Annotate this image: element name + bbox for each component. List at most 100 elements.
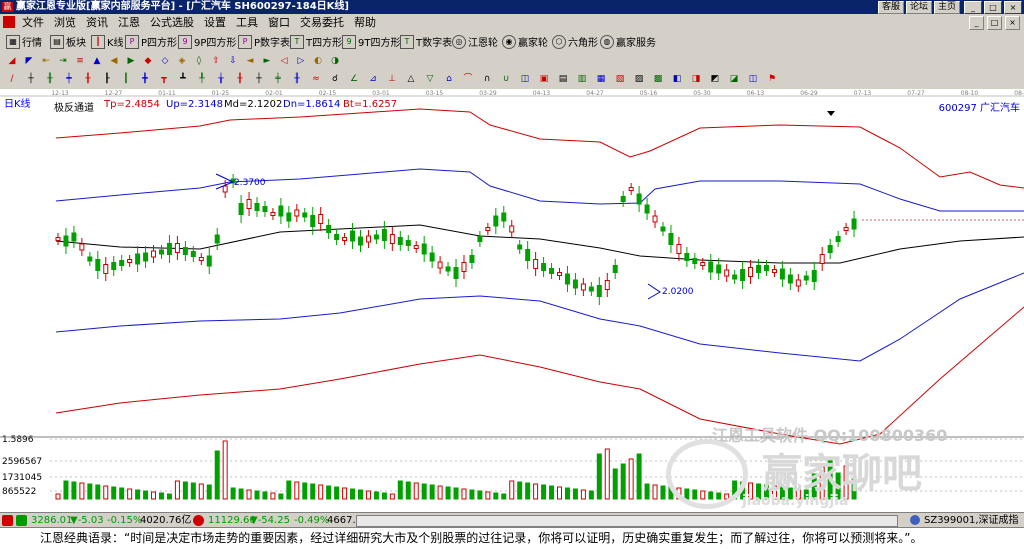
drawing-tool-icon[interactable]: ∠ (348, 73, 360, 85)
drawing-tool-icon[interactable]: ▥ (576, 73, 588, 85)
child-close-icon[interactable]: × (1005, 16, 1020, 30)
drawing-tool-icon[interactable]: ┃ (120, 73, 132, 85)
tool-9t-square[interactable]: 9 9T四方形 (342, 33, 400, 50)
link-zhuye[interactable]: 主页 (933, 1, 960, 14)
drawing-tool-icon[interactable]: ┠ (101, 73, 113, 85)
tool-quote[interactable]: ▦ 行情 (6, 33, 42, 50)
menu-info[interactable]: 资讯 (81, 14, 113, 31)
drawing-tool-icon[interactable]: ∕ (6, 73, 18, 85)
tool-hexagon[interactable]: ⬡ 六角形 (552, 33, 598, 50)
nav-tool-icon[interactable]: ⇩ (227, 55, 239, 67)
menu-window[interactable]: 窗口 (263, 14, 295, 31)
minimize-button[interactable]: _ (964, 1, 982, 14)
nav-tool-icon[interactable]: ◆ (142, 55, 154, 67)
nav-tool-icon[interactable]: ▲ (91, 55, 103, 67)
maximize-button[interactable]: □ (984, 1, 1002, 14)
drawing-tool-icon[interactable]: ▩ (652, 73, 664, 85)
drawing-tool-icon[interactable]: ◩ (709, 73, 721, 85)
menu-formula[interactable]: 公式选股 (145, 14, 199, 31)
menu-tools[interactable]: 工具 (231, 14, 263, 31)
drawing-tool-icon[interactable]: ┼ (25, 73, 37, 85)
close-button[interactable]: × (1004, 1, 1022, 14)
menu-browse[interactable]: 浏览 (49, 14, 81, 31)
tool-9p-square[interactable]: 9 9P四方形 (178, 33, 236, 50)
drawing-tool-icon[interactable]: ▧ (614, 73, 626, 85)
menu-gann[interactable]: 江恩 (113, 14, 145, 31)
drawing-tool-icon[interactable]: ╁ (215, 73, 227, 85)
link-luntan[interactable]: 论坛 (905, 1, 932, 14)
tool-winner-service[interactable]: ◍ 赢家服务 (600, 33, 656, 50)
drawing-tool-icon[interactable]: ┼ (253, 73, 265, 85)
nav-tool-icon[interactable]: ◈ (176, 55, 188, 67)
drawing-tool-icon[interactable]: ⊥ (386, 73, 398, 85)
nav-tool-icon[interactable]: ◤ (23, 55, 35, 67)
drawing-tool-icon[interactable]: ┻ (177, 73, 189, 85)
tool-winner-wheel[interactable]: ◉ 赢家轮 (502, 33, 548, 50)
drawing-tool-icon[interactable]: ≈ (310, 73, 322, 85)
nav-tool-icon[interactable]: ◑ (329, 55, 341, 67)
drawing-tool-icon[interactable]: ◧ (671, 73, 683, 85)
drawing-tool-icon[interactable]: ⚑ (766, 73, 778, 85)
drawing-tool-icon[interactable]: ╫ (44, 73, 56, 85)
drawing-tool-icon[interactable]: ◪ (728, 73, 740, 85)
tool-t-table[interactable]: T T数字表 (400, 33, 452, 50)
drawing-tool-icon[interactable]: △ (405, 73, 417, 85)
drawing-tool-icon[interactable]: ⌂ (443, 73, 455, 85)
nav-tool-icon[interactable]: ⇧ (210, 55, 222, 67)
nav-tool-icon[interactable]: ◄ (244, 55, 256, 67)
drawing-tool-icon[interactable]: ┿ (63, 73, 75, 85)
menu-settings[interactable]: 设置 (199, 14, 231, 31)
candle-body (517, 244, 523, 250)
tool-sector[interactable]: ▤ 板块 (50, 33, 86, 50)
kline-chart[interactable]: 12-13 12-27 01-11 01-25 02-01 02-15 03-01 03-15… (0, 89, 1024, 512)
drawing-tool-icon[interactable]: ▨ (633, 73, 645, 85)
drawing-tool-icon[interactable]: ◨ (690, 73, 702, 85)
drawing-tool-icon[interactable]: ╋ (139, 73, 151, 85)
drawing-tool-icon[interactable]: ⊿ (367, 73, 379, 85)
app-logo-icon: 赢 (2, 2, 13, 12)
status-scrollbar[interactable] (356, 515, 898, 527)
tool-p-table[interactable]: P P数字表 (238, 33, 290, 50)
tool-gann-wheel[interactable]: ◎ 江恩轮 (452, 33, 498, 50)
drawing-tool-icon[interactable]: ╂ (234, 73, 246, 85)
nav-tool-icon[interactable]: ► (261, 55, 273, 67)
drawing-tool-icon[interactable]: ▦ (595, 73, 607, 85)
drawing-tool-icon[interactable]: ╂ (82, 73, 94, 85)
candle-body (453, 267, 459, 279)
child-restore-icon[interactable]: □ (987, 16, 1002, 30)
volume-bar (198, 483, 204, 500)
drawing-tool-icon[interactable]: ◫ (519, 73, 531, 85)
drawing-tool-icon[interactable]: ▽ (424, 73, 436, 85)
sz-index-value: 11129.66 (208, 515, 256, 526)
menu-trade[interactable]: 交易委托 (295, 14, 349, 31)
nav-tool-icon[interactable]: ◢ (6, 55, 18, 67)
tool-p-square[interactable]: P P四方形 (125, 33, 177, 50)
drawing-tool-icon[interactable]: ╪ (272, 73, 284, 85)
menu-help[interactable]: 帮助 (349, 14, 381, 31)
drawing-tool-icon[interactable]: ▣ (538, 73, 550, 85)
drawing-tool-icon[interactable]: ╫ (291, 73, 303, 85)
nav-tool-icon[interactable]: ▶ (125, 55, 137, 67)
nav-tool-icon[interactable]: ⇥ (57, 55, 69, 67)
tool-t-square[interactable]: T T四方形 (290, 33, 342, 50)
nav-tool-icon[interactable]: ◁ (278, 55, 290, 67)
tool-kline[interactable]: ┃ K线 (91, 33, 124, 50)
drawing-tool-icon[interactable]: ⌒ (462, 73, 474, 85)
link-kefu[interactable]: 客服 (877, 1, 904, 14)
nav-tool-icon[interactable]: ≡ (74, 55, 86, 67)
nav-tool-icon[interactable]: ◀ (108, 55, 120, 67)
drawing-tool-icon[interactable]: ◫ (747, 73, 759, 85)
menu-file[interactable]: 文件 (17, 14, 49, 31)
drawing-tool-icon[interactable]: ☌ (329, 73, 341, 85)
nav-tool-icon[interactable]: ▷ (295, 55, 307, 67)
nav-tool-icon[interactable]: ◇ (159, 55, 171, 67)
drawing-tool-icon[interactable]: ▤ (557, 73, 569, 85)
drawing-tool-icon[interactable]: ╀ (196, 73, 208, 85)
nav-tool-icon[interactable]: ◐ (312, 55, 324, 67)
nav-tool-icon[interactable]: ⇤ (40, 55, 52, 67)
drawing-tool-icon[interactable]: ┳ (158, 73, 170, 85)
drawing-tool-icon[interactable]: ∪ (500, 73, 512, 85)
drawing-tool-icon[interactable]: ∩ (481, 73, 493, 85)
child-minimize-icon[interactable]: _ (969, 16, 984, 30)
nav-tool-icon[interactable]: ◊ (193, 55, 205, 67)
